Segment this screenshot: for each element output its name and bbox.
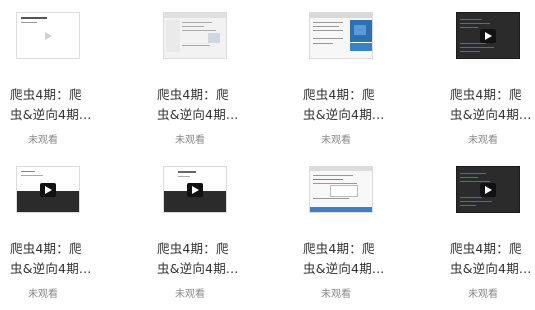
video-title-line2: 虫&逆向4期... <box>157 261 239 276</box>
video-card[interactable]: 爬虫4期：爬 虫&逆向4期... 未观看 <box>10 0 130 150</box>
watch-status: 未观看 <box>468 289 498 300</box>
video-title-line1: 爬虫4期：爬 <box>157 241 229 256</box>
video-title[interactable]: 爬虫4期：爬 虫&逆向4期... <box>450 85 535 125</box>
video-grid: 爬虫4期：爬 虫&逆向4期... 未观看 爬虫4期：爬 虫&逆向4期... 未观… <box>0 0 535 310</box>
watch-status: 未观看 <box>321 289 351 300</box>
video-title[interactable]: 爬虫4期：爬 虫&逆向4期... <box>303 239 405 279</box>
watch-status: 未观看 <box>321 135 351 146</box>
video-title-line2: 虫&逆向4期... <box>157 107 239 122</box>
play-icon[interactable] <box>187 182 203 197</box>
play-icon[interactable] <box>40 182 56 197</box>
video-title[interactable]: 爬虫4期：爬 虫&逆向4期... <box>10 239 112 279</box>
watch-status: 未观看 <box>468 135 498 146</box>
video-thumbnail[interactable] <box>16 166 80 213</box>
video-title-line2: 虫&逆向4期... <box>450 261 532 276</box>
video-title-line2: 虫&逆向4期... <box>303 107 385 122</box>
video-card[interactable]: 爬虫4期：爬 虫&逆向4期... 未观看 <box>303 0 423 150</box>
watch-status: 未观看 <box>28 135 58 146</box>
play-icon[interactable] <box>40 29 56 43</box>
video-title-line1: 爬虫4期：爬 <box>10 87 82 102</box>
video-title[interactable]: 爬虫4期：爬 虫&逆向4期... <box>450 239 535 279</box>
video-card[interactable]: 爬虫4期：爬 虫&逆向4期... 未观看 <box>157 0 277 150</box>
video-title-line1: 爬虫4期：爬 <box>157 87 229 102</box>
video-card[interactable]: 爬虫4期：爬 虫&逆向4期... 未观看 <box>10 154 130 304</box>
watch-status: 未观看 <box>28 289 58 300</box>
watch-status: 未观看 <box>175 289 205 300</box>
video-title-line2: 虫&逆向4期... <box>450 107 532 122</box>
watch-status: 未观看 <box>175 135 205 146</box>
video-card[interactable]: 爬虫4期：爬 虫&逆向4期... 未观看 <box>303 154 423 304</box>
video-title-line1: 爬虫4期：爬 <box>450 241 522 256</box>
video-title[interactable]: 爬虫4期：爬 虫&逆向4期... <box>303 85 405 125</box>
video-thumbnail[interactable] <box>456 166 520 213</box>
video-title-line2: 虫&逆向4期... <box>10 107 92 122</box>
video-thumbnail[interactable] <box>456 12 520 59</box>
video-title[interactable]: 爬虫4期：爬 虫&逆向4期... <box>157 239 259 279</box>
play-icon[interactable] <box>480 28 496 43</box>
video-thumbnail[interactable] <box>163 166 227 213</box>
video-title-line1: 爬虫4期：爬 <box>303 87 375 102</box>
video-thumbnail[interactable] <box>16 12 80 59</box>
video-thumbnail[interactable] <box>163 12 227 59</box>
video-title[interactable]: 爬虫4期：爬 虫&逆向4期... <box>10 85 112 125</box>
video-title-line1: 爬虫4期：爬 <box>10 241 82 256</box>
video-title-line1: 爬虫4期：爬 <box>303 241 375 256</box>
video-title-line2: 虫&逆向4期... <box>303 261 385 276</box>
video-title-line2: 虫&逆向4期... <box>10 261 92 276</box>
video-title-line1: 爬虫4期：爬 <box>450 87 522 102</box>
video-thumbnail[interactable] <box>309 166 373 213</box>
video-card[interactable]: 爬虫4期：爬 虫&逆向4期... 未观看 <box>450 0 535 150</box>
video-card[interactable]: 爬虫4期：爬 虫&逆向4期... 未观看 <box>157 154 277 304</box>
video-card[interactable]: 爬虫4期：爬 虫&逆向4期... 未观看 <box>450 154 535 304</box>
video-thumbnail[interactable] <box>309 12 373 59</box>
video-title[interactable]: 爬虫4期：爬 虫&逆向4期... <box>157 85 259 125</box>
play-icon[interactable] <box>480 182 496 197</box>
